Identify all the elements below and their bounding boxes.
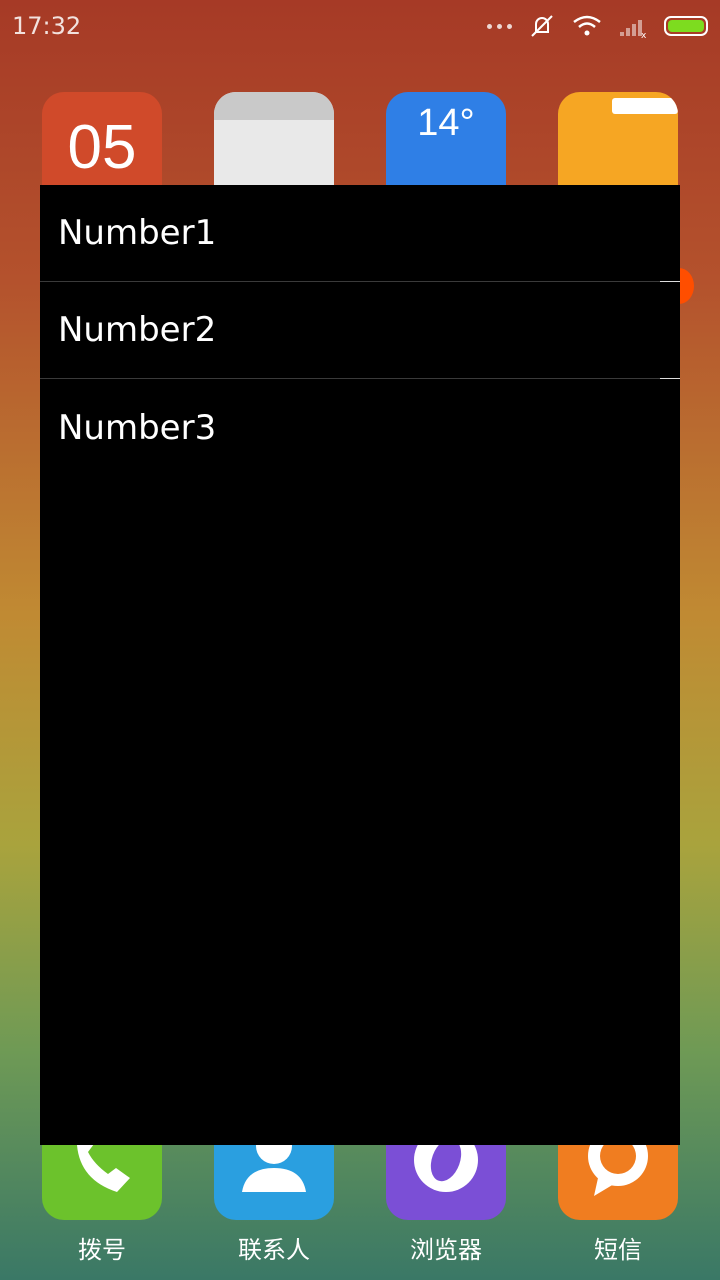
- list-item[interactable]: Number1: [40, 185, 680, 282]
- list-item-label: Number2: [58, 310, 217, 350]
- status-bar: 17:32 x: [0, 0, 720, 52]
- list-item[interactable]: Number3: [40, 379, 680, 476]
- status-time: 17:32: [12, 12, 82, 40]
- list-item[interactable]: Number2: [40, 282, 680, 379]
- number-list-popup: Number1 Number2 Number3: [40, 185, 680, 1145]
- calendar-day: 05: [67, 113, 137, 182]
- battery-icon: [664, 16, 708, 36]
- dock-label-contacts: 联系人: [238, 1236, 310, 1264]
- svg-text:x: x: [641, 31, 647, 38]
- status-icons: x: [487, 12, 708, 40]
- dock-label-dialer: 拨号: [78, 1236, 126, 1264]
- dock-label-browser: 浏览器: [410, 1236, 482, 1264]
- more-dots-icon: [487, 23, 512, 29]
- list-item-label: Number1: [58, 213, 217, 253]
- dock-label-sms: 短信: [594, 1236, 642, 1264]
- weather-temp: 14°: [417, 102, 475, 144]
- wifi-icon: [573, 15, 601, 36]
- signal-icon: x: [620, 20, 647, 38]
- list-item-label: Number3: [58, 407, 217, 448]
- mute-icon: [531, 15, 553, 37]
